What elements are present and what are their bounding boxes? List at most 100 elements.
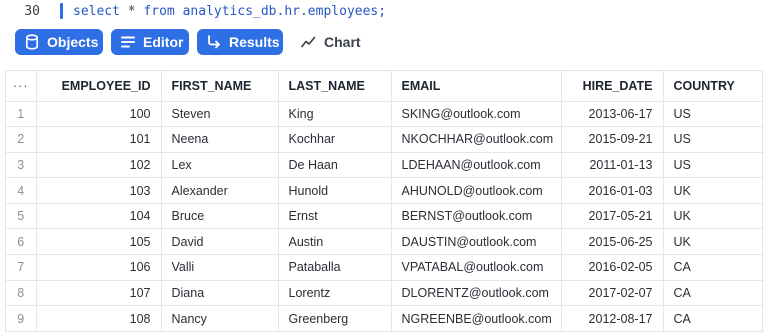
cell-country[interactable]: CA <box>663 280 764 307</box>
cell-employee-id[interactable]: 107 <box>36 280 162 307</box>
cell-email[interactable]: NKOCHHAR@outlook.com <box>391 126 562 153</box>
cell-hire-date[interactable]: 2012-08-17 <box>561 305 664 332</box>
cell-hire-date[interactable]: 2015-06-25 <box>561 228 664 256</box>
line-chart-icon <box>301 36 316 48</box>
objects-label: Objects <box>47 34 99 50</box>
cell-email[interactable]: VPATABAL@outlook.com <box>391 254 562 281</box>
table-body: 1 100 Steven King SKING@outlook.com 2013-06-1… <box>6 101 764 332</box>
database-icon <box>25 34 39 50</box>
cell-email[interactable]: SKING@outlook.com <box>391 101 562 128</box>
editor-button[interactable]: Editor <box>111 29 189 55</box>
cell-row-number: 6 <box>6 228 37 256</box>
table-row[interactable]: 8 107 Diana Lorentz DLORENTZ@outlook.com 2017… <box>6 280 764 307</box>
cell-row-number: 1 <box>6 101 37 128</box>
cell-row-number: 2 <box>6 126 37 153</box>
results-button[interactable]: Results <box>197 29 283 55</box>
cell-last-name[interactable]: Lorentz <box>278 280 392 307</box>
cell-country[interactable]: CA <box>663 254 764 281</box>
column-header-hire-date[interactable]: HIRE_DATE <box>561 71 664 102</box>
cell-row-number: 3 <box>6 152 37 179</box>
cell-hire-date[interactable]: 2016-02-05 <box>561 254 664 281</box>
cell-first-name[interactable]: Alexander <box>161 177 279 204</box>
cell-last-name[interactable]: Greenberg <box>278 305 392 332</box>
grid-menu-button[interactable]: ··· <box>6 71 37 102</box>
cell-email[interactable]: LDEHAAN@outlook.com <box>391 152 562 179</box>
chart-button[interactable]: Chart <box>291 29 371 55</box>
cell-last-name[interactable]: Hunold <box>278 177 392 204</box>
cell-country[interactable]: UK <box>663 177 764 204</box>
cell-employee-id[interactable]: 104 <box>36 203 162 230</box>
cell-email[interactable]: DAUSTIN@outlook.com <box>391 228 562 256</box>
results-table: ··· EMPLOYEE_ID FIRST_NAME LAST_NAME EMA… <box>6 71 764 332</box>
cell-email[interactable]: NGREENBE@outlook.com <box>391 305 562 332</box>
chart-label: Chart <box>324 34 361 50</box>
objects-button[interactable]: Objects <box>15 29 103 55</box>
cell-first-name[interactable]: Diana <box>161 280 279 307</box>
cell-email[interactable]: DLORENTZ@outlook.com <box>391 280 562 307</box>
list-lines-icon <box>121 36 135 48</box>
cell-last-name[interactable]: Austin <box>278 228 392 256</box>
cell-first-name[interactable]: Lex <box>161 152 279 179</box>
cell-hire-date[interactable]: 2013-06-17 <box>561 101 664 128</box>
cell-country[interactable]: US <box>663 126 764 153</box>
cell-last-name[interactable]: Kochhar <box>278 126 392 153</box>
cell-country[interactable]: CA <box>663 305 764 332</box>
cell-country[interactable]: UK <box>663 228 764 256</box>
column-header-employee-id[interactable]: EMPLOYEE_ID <box>36 71 162 102</box>
cell-country[interactable]: US <box>663 152 764 179</box>
cell-email[interactable]: BERNST@outlook.com <box>391 203 562 230</box>
cell-hire-date[interactable]: 2017-02-07 <box>561 280 664 307</box>
cell-row-number: 5 <box>6 203 37 230</box>
cell-employee-id[interactable]: 102 <box>36 152 162 179</box>
table-row[interactable]: 9 108 Nancy Greenberg NGREENBE@outlook.com 20… <box>6 305 764 332</box>
cell-employee-id[interactable]: 103 <box>36 177 162 204</box>
cell-first-name[interactable]: Nancy <box>161 305 279 332</box>
active-line-marker <box>60 3 63 19</box>
table-row[interactable]: 3 102 Lex De Haan LDEHAAN@outlook.com 2011-01… <box>6 152 764 179</box>
sql-keyword-select: select <box>73 3 128 19</box>
cell-last-name[interactable]: Pataballa <box>278 254 392 281</box>
cell-employee-id[interactable]: 100 <box>36 101 162 128</box>
table-row[interactable]: 2 101 Neena Kochhar NKOCHHAR@outlook.com 2015… <box>6 126 764 153</box>
cell-hire-date[interactable]: 2016-01-03 <box>561 177 664 204</box>
cell-last-name[interactable]: Ernst <box>278 203 392 230</box>
results-grid: ··· EMPLOYEE_ID FIRST_NAME LAST_NAME EMA… <box>5 70 764 332</box>
cell-row-number: 4 <box>6 177 37 204</box>
column-header-email[interactable]: EMAIL <box>391 71 562 102</box>
cell-hire-date[interactable]: 2015-09-21 <box>561 126 664 153</box>
cell-first-name[interactable]: David <box>161 228 279 256</box>
line-number: 30 <box>24 3 40 19</box>
column-header-first-name[interactable]: FIRST_NAME <box>161 71 279 102</box>
editor-label: Editor <box>143 34 184 50</box>
cell-last-name[interactable]: De Haan <box>278 152 392 179</box>
column-header-country[interactable]: COUNTRY <box>663 71 764 102</box>
cell-first-name[interactable]: Valli <box>161 254 279 281</box>
cell-employee-id[interactable]: 106 <box>36 254 162 281</box>
sql-query-text[interactable]: select * from analytics_db.hr.employees; <box>73 4 386 19</box>
table-row[interactable]: 1 100 Steven King SKING@outlook.com 2013-06-1… <box>6 101 764 128</box>
cell-row-number: 9 <box>6 305 37 332</box>
cell-employee-id[interactable]: 108 <box>36 305 162 332</box>
table-row[interactable]: 4 103 Alexander Hunold AHUNOLD@outlook.com 20… <box>6 177 764 204</box>
cell-country[interactable]: UK <box>663 203 764 230</box>
cell-email[interactable]: AHUNOLD@outlook.com <box>391 177 562 204</box>
table-row[interactable]: 5 104 Bruce Ernst BERNST@outlook.com 2017-05-… <box>6 203 764 230</box>
sql-star: * <box>127 3 136 19</box>
column-header-last-name[interactable]: LAST_NAME <box>278 71 392 102</box>
sql-from-clause: from analytics_db.hr.employees; <box>135 3 387 19</box>
cell-employee-id[interactable]: 101 <box>36 126 162 153</box>
cell-first-name[interactable]: Steven <box>161 101 279 128</box>
cell-first-name[interactable]: Bruce <box>161 203 279 230</box>
cell-last-name[interactable]: King <box>278 101 392 128</box>
cell-country[interactable]: US <box>663 101 764 128</box>
cell-hire-date[interactable]: 2017-05-21 <box>561 203 664 230</box>
header-row: ··· EMPLOYEE_ID FIRST_NAME LAST_NAME EMA… <box>6 71 764 102</box>
sql-editor-line[interactable]: 30 select * from analytics_db.hr.employe… <box>0 0 768 22</box>
cell-employee-id[interactable]: 105 <box>36 228 162 256</box>
cell-hire-date[interactable]: 2011-01-13 <box>561 152 664 179</box>
table-row[interactable]: 6 105 David Austin DAUSTIN@outlook.com 2015-0… <box>6 228 764 256</box>
table-row[interactable]: 7 106 Valli Pataballa VPATABAL@outlook.com 20… <box>6 254 764 281</box>
cell-row-number: 7 <box>6 254 37 281</box>
cell-first-name[interactable]: Neena <box>161 126 279 153</box>
results-label: Results <box>229 34 280 50</box>
